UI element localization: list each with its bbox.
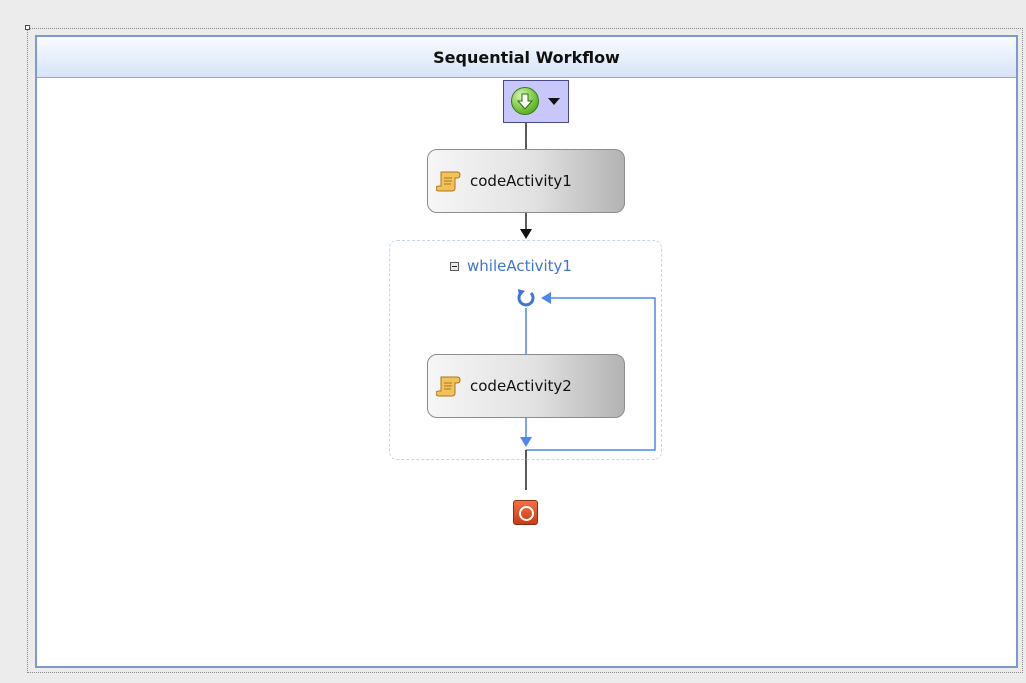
code-activity-2[interactable]: codeActivity2 — [427, 354, 625, 418]
loop-arrow-icon — [517, 289, 535, 307]
code-activity-1[interactable]: codeActivity1 — [427, 149, 625, 213]
workflow-start-button[interactable] — [503, 80, 569, 123]
activity-label: codeActivity1 — [470, 172, 572, 190]
collapse-icon[interactable] — [450, 261, 459, 271]
chevron-down-icon[interactable] — [548, 98, 560, 105]
while-activity-label[interactable]: whileActivity1 — [467, 257, 572, 275]
while-activity-header: whileActivity1 — [450, 257, 572, 275]
workflow-end-icon[interactable] — [513, 500, 538, 525]
down-arrow-circle-icon — [511, 87, 539, 115]
script-scroll-icon — [436, 376, 461, 397]
activity-label: codeActivity2 — [470, 377, 572, 395]
script-scroll-icon — [436, 171, 461, 192]
